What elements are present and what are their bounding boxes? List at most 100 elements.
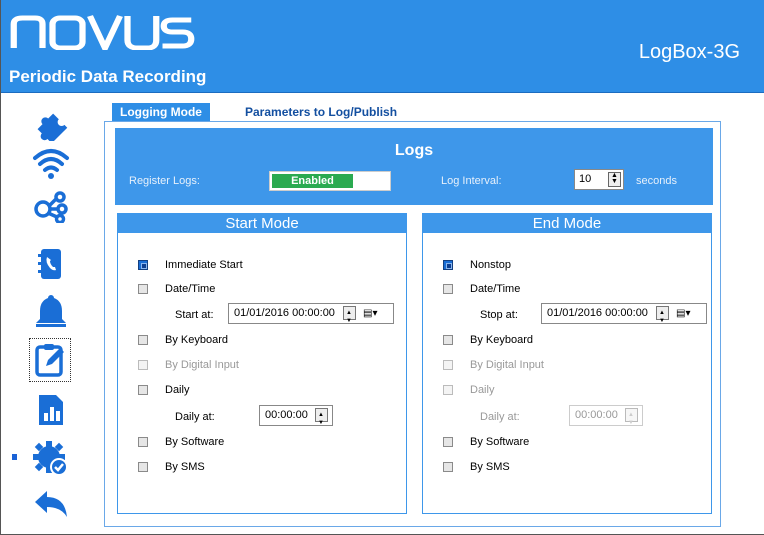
start-immediate-label: Immediate Start (165, 259, 243, 271)
start-sms-label: By SMS (165, 461, 205, 473)
calendar-dropdown-icon[interactable]: ▤▾ (363, 307, 385, 320)
start-mode-title: Start Mode (118, 214, 406, 233)
register-logs-toggle[interactable]: Enabled (269, 171, 391, 191)
daily-at-value: 00:00:00 (265, 409, 308, 421)
log-interval-spinner[interactable]: ▲ ▼ (608, 172, 621, 187)
start-sms-checkbox[interactable] (138, 462, 148, 472)
app-window: Periodic Data Recording LogBox-3G Loggin… (0, 0, 764, 535)
phonebook-icon (38, 249, 61, 279)
end-keyboard-label: By Keyboard (470, 334, 533, 346)
end-mode-title: End Mode (423, 214, 711, 233)
start-daily-label: Daily (165, 384, 190, 396)
end-digital-label: By Digital Input (470, 359, 544, 371)
back-arrow-icon (35, 491, 67, 517)
gear-check-icon (33, 441, 68, 476)
end-daily-at-value: 00:00:00 (575, 409, 618, 421)
network-icon (34, 191, 68, 223)
start-digital-option: By Digital Input (118, 357, 406, 373)
start-software-checkbox[interactable] (138, 437, 148, 447)
start-sms-option[interactable]: By SMS (118, 459, 406, 475)
logs-title: Logs (394, 142, 434, 159)
stop-at-datetime-picker[interactable]: 01/01/2016 00:00:00 ▤▾ (541, 303, 707, 331)
start-at-value: 01/01/2016 00:00:00 (234, 307, 335, 319)
start-at-spinner[interactable] (343, 304, 356, 331)
sidebar-item-reports[interactable] (31, 392, 71, 428)
sidebar-item-contacts[interactable] (31, 246, 71, 282)
sidebar-item-puzzle[interactable] (31, 106, 71, 142)
sidebar-item-back[interactable] (31, 486, 71, 522)
start-immediate-checkbox[interactable] (138, 260, 148, 270)
start-keyboard-label: By Keyboard (165, 334, 228, 346)
clipboard-edit-icon (35, 344, 64, 377)
start-at-label: Start at: (175, 309, 214, 321)
start-immediate-option[interactable]: Immediate Start (118, 257, 406, 273)
daily-at-spinner[interactable] (315, 406, 328, 433)
register-logs-label: Register Logs: (129, 175, 200, 187)
end-datetime-checkbox[interactable] (443, 284, 453, 294)
start-datetime-option[interactable]: Date/Time (118, 281, 406, 297)
daily-at-time-picker[interactable]: 00:00:00 (259, 405, 333, 433)
daily-at-label: Daily at: (175, 411, 215, 423)
start-datetime-label: Date/Time (165, 283, 216, 295)
log-interval-label: Log Interval: (441, 175, 502, 187)
start-daily-option[interactable]: Daily (118, 382, 406, 398)
logs-panel: Logs Register Logs: Enabled Log Interval… (115, 128, 713, 205)
start-keyboard-checkbox[interactable] (138, 335, 148, 345)
end-daily-at-spinner (625, 406, 638, 433)
end-software-label: By Software (470, 436, 530, 448)
start-at-datetime-picker[interactable]: 01/01/2016 00:00:00 ▤▾ (228, 303, 394, 331)
novus-logo (10, 10, 235, 56)
log-interval-input[interactable]: 10 ▲ ▼ (574, 169, 624, 190)
end-sms-checkbox[interactable] (443, 462, 453, 472)
end-software-option[interactable]: By Software (423, 434, 711, 450)
end-mode-panel: End Mode Nonstop Date/Time Stop at: 01/0… (422, 213, 712, 514)
novus-logo-mark (10, 15, 195, 56)
sidebar-item-logging[interactable] (29, 338, 71, 382)
sidebar (1, 93, 86, 534)
stop-at-label: Stop at: (480, 309, 518, 321)
sidebar-item-network[interactable] (31, 188, 71, 224)
end-daily-at-row: Daily at: (423, 409, 711, 425)
end-daily-label: Daily (470, 384, 495, 396)
end-daily-at-label: Daily at: (480, 411, 520, 423)
selection-marker (12, 454, 17, 460)
start-datetime-checkbox[interactable] (138, 284, 148, 294)
sidebar-item-settings[interactable] (31, 440, 71, 476)
chart-icon (39, 395, 63, 425)
end-nonstop-option[interactable]: Nonstop (423, 257, 711, 273)
start-software-label: By Software (165, 436, 225, 448)
wifi-icon (33, 149, 69, 179)
sidebar-item-alarms[interactable] (31, 293, 71, 329)
end-daily-checkbox (443, 385, 453, 395)
tab-logging-mode[interactable]: Logging Mode (112, 103, 210, 121)
page-subtitle: Periodic Data Recording (9, 67, 207, 86)
end-software-checkbox[interactable] (443, 437, 453, 447)
start-daily-checkbox[interactable] (138, 385, 148, 395)
stop-at-value: 01/01/2016 00:00:00 (547, 307, 648, 319)
tab-bar: Logging Mode Parameters to Log/Publish (104, 103, 754, 121)
end-digital-option: By Digital Input (423, 357, 711, 373)
log-interval-unit: seconds (636, 175, 677, 187)
stop-at-spinner[interactable] (656, 304, 669, 331)
end-daily-at-time-picker: 00:00:00 (569, 405, 643, 433)
puzzle-icon (37, 113, 68, 141)
end-sms-option[interactable]: By SMS (423, 459, 711, 475)
start-mode-panel: Start Mode Immediate Start Date/Time Sta… (117, 213, 407, 514)
end-datetime-option[interactable]: Date/Time (423, 281, 711, 297)
toggle-enabled-state: Enabled (272, 174, 353, 188)
start-digital-checkbox (138, 360, 148, 370)
end-nonstop-label: Nonstop (470, 259, 511, 271)
end-keyboard-checkbox[interactable] (443, 335, 453, 345)
device-model: LogBox-3G (638, 41, 740, 63)
sidebar-item-wifi[interactable] (31, 145, 71, 181)
end-sms-label: By SMS (470, 461, 510, 473)
start-keyboard-option[interactable]: By Keyboard (118, 332, 406, 348)
end-digital-checkbox (443, 360, 453, 370)
end-nonstop-checkbox[interactable] (443, 260, 453, 270)
tab-parameters[interactable]: Parameters to Log/Publish (237, 103, 405, 121)
start-software-option[interactable]: By Software (118, 434, 406, 450)
log-interval-value: 10 (579, 173, 592, 185)
calendar-dropdown-icon[interactable]: ▤▾ (676, 307, 698, 320)
start-digital-label: By Digital Input (165, 359, 239, 371)
end-keyboard-option[interactable]: By Keyboard (423, 332, 711, 348)
